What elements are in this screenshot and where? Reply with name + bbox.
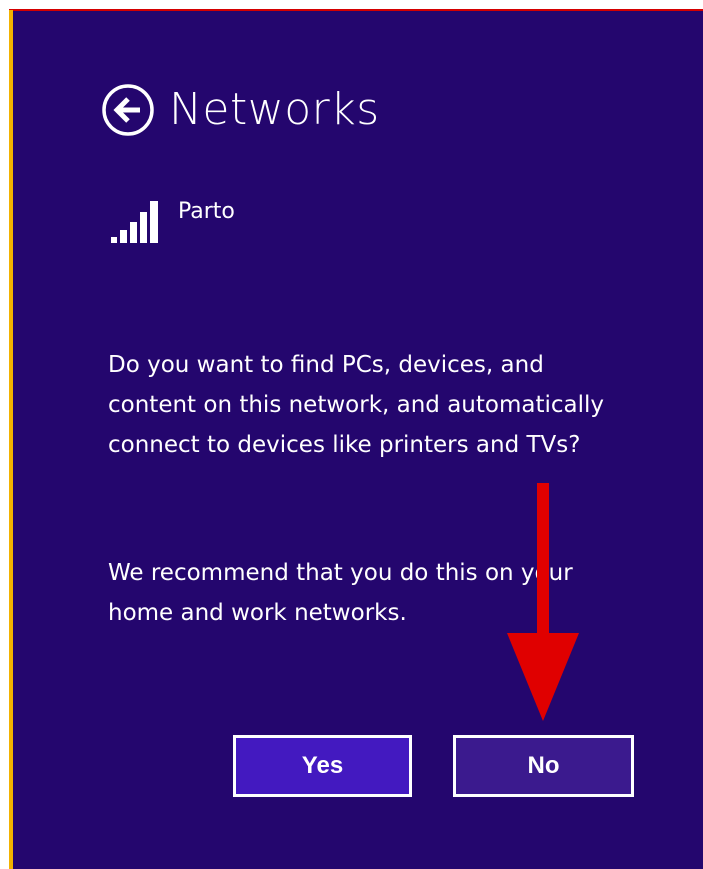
network-item: Parto [110, 197, 235, 245]
page-title: Networks [169, 84, 380, 135]
network-name: Parto [178, 199, 235, 224]
panel-header: Networks [101, 83, 380, 137]
no-button[interactable]: No [453, 735, 634, 797]
back-arrow-circle-icon[interactable] [101, 83, 155, 137]
screenshot-frame: Networks Parto Do you want to find PCs, … [0, 0, 703, 869]
networks-panel: Networks Parto Do you want to find PCs, … [13, 11, 703, 869]
wifi-signal-bars-icon [110, 197, 162, 245]
network-discovery-question: Do you want to find PCs, devices, and co… [108, 352, 605, 458]
back-button[interactable] [101, 83, 155, 137]
recommendation-text: We recommend that you do this on your ho… [108, 560, 573, 626]
yes-button[interactable]: Yes [233, 735, 412, 797]
